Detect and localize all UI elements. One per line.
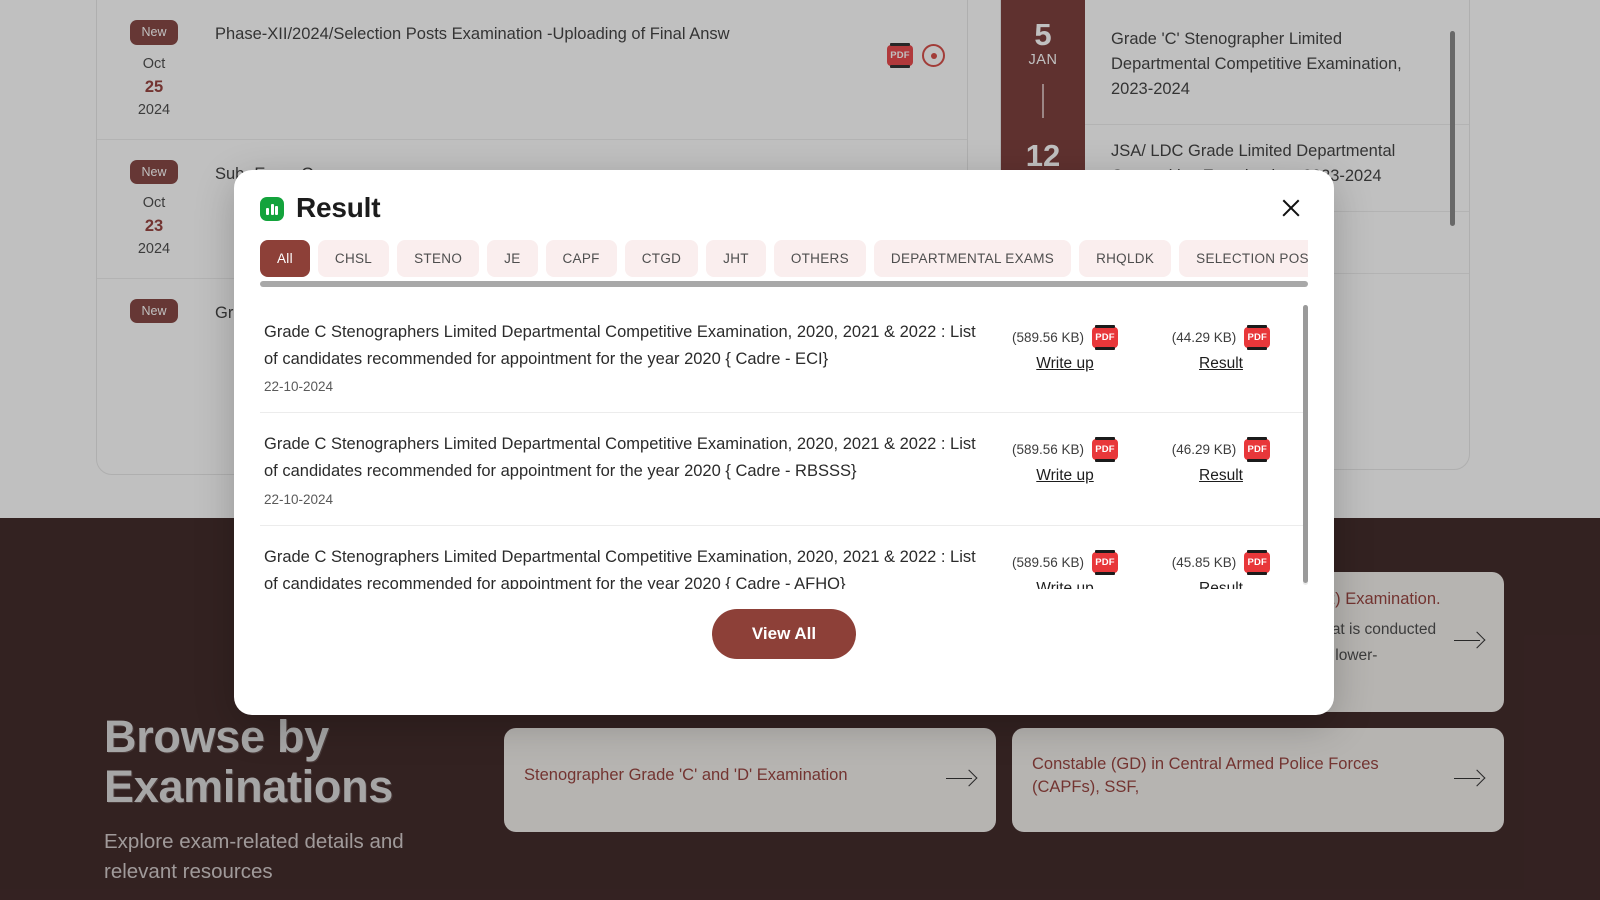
result-title: Grade C Stenographers Limited Department… — [264, 435, 976, 481]
pdf-icon[interactable]: PDF — [1244, 325, 1271, 350]
result-title: Grade C Stenographers Limited Department… — [264, 323, 976, 368]
pdf-icon[interactable]: PDF — [1244, 437, 1271, 463]
result-date: 22-10-2024 — [264, 491, 334, 507]
close-icon[interactable] — [1276, 193, 1306, 223]
pdf-icon[interactable]: PDF — [1092, 549, 1119, 575]
tab-capf[interactable]: CAPF — [545, 240, 617, 277]
result-link: (589.56 KB) PDF Write up — [1006, 549, 1124, 589]
tab-all[interactable]: All — [260, 240, 310, 277]
tab-bar: All CHSL STENO JE CAPF CTGD JHT OTHERS D… — [260, 240, 1308, 277]
result-links: (589.56 KB) PDF Write up (44.29 KB) PDF … — [1006, 319, 1280, 373]
page-root: New Oct 25 2024 Procedure of SSC regardi… — [0, 0, 1600, 900]
result-title: Grade C Stenographers Limited Department… — [264, 547, 976, 589]
tab-ctgd[interactable]: CTGD — [624, 240, 699, 277]
result-date: 22-10-2024 — [264, 379, 334, 395]
result-list: Grade C Stenographers Limited Department… — [260, 301, 1308, 589]
tab-bar-wrapper: All CHSL STENO JE CAPF CTGD JHT OTHERS D… — [260, 240, 1308, 287]
result-row: Grade C Stenographers Limited Department… — [260, 526, 1308, 589]
tab-je[interactable]: JE — [487, 240, 538, 277]
tab-bar-scrollbar[interactable] — [260, 281, 1308, 287]
result-link: (46.29 KB) PDF Result — [1162, 437, 1280, 485]
tab-chsl[interactable]: CHSL — [317, 240, 390, 277]
modal-footer: View All — [234, 589, 1334, 659]
bar-chart-icon — [260, 197, 284, 221]
pdf-icon[interactable]: PDF — [1092, 437, 1119, 463]
result-list-scrollbar-thumb[interactable] — [1303, 305, 1308, 583]
file-size: (44.29 KB) — [1171, 330, 1237, 345]
write-up-link[interactable]: Write up — [1036, 355, 1093, 373]
view-all-button[interactable]: View All — [711, 609, 857, 659]
result-modal: Result All CHSL STENO JE CAPF CTGD JHT O… — [234, 170, 1334, 715]
result-row: Grade C Stenographers Limited Department… — [260, 301, 1308, 414]
tab-others[interactable]: OTHERS — [773, 240, 866, 277]
pdf-icon[interactable]: PDF — [1092, 325, 1119, 350]
tab-jht[interactable]: JHT — [706, 240, 766, 277]
modal-title: Result — [296, 192, 381, 223]
result-row: Grade C Stenographers Limited Department… — [260, 413, 1308, 526]
write-up-link[interactable]: Write up — [1036, 467, 1093, 485]
file-size: (589.56 KB) — [1011, 554, 1085, 570]
file-size: (45.85 KB) — [1171, 554, 1237, 570]
result-link-label[interactable]: Result — [1199, 355, 1243, 373]
result-link: (45.85 KB) PDF Result — [1162, 549, 1280, 589]
tab-selection-posts[interactable]: SELECTION POSTS — [1179, 240, 1308, 277]
modal-header: Result — [234, 170, 1334, 224]
result-link-label[interactable]: Result — [1199, 580, 1243, 589]
result-link: (589.56 KB) PDF Write up — [1006, 325, 1124, 373]
tab-steno[interactable]: STENO — [397, 240, 480, 277]
write-up-link[interactable]: Write up — [1036, 580, 1093, 589]
pdf-icon[interactable]: PDF — [1244, 549, 1271, 575]
file-size: (46.29 KB) — [1171, 442, 1237, 458]
tab-rhqldk[interactable]: RHQLDK — [1079, 240, 1172, 277]
result-links: (589.56 KB) PDF Write up (46.29 KB) PDF … — [1006, 431, 1280, 485]
result-link: (44.29 KB) PDF Result — [1162, 325, 1280, 373]
file-size: (589.56 KB) — [1011, 330, 1085, 345]
result-links: (589.56 KB) PDF Write up (45.85 KB) PDF … — [1006, 544, 1280, 589]
file-size: (589.56 KB) — [1011, 442, 1085, 458]
result-link-label[interactable]: Result — [1199, 467, 1243, 485]
result-link: (589.56 KB) PDF Write up — [1006, 437, 1124, 485]
tab-departmental-exams[interactable]: DEPARTMENTAL EXAMS — [873, 240, 1072, 277]
